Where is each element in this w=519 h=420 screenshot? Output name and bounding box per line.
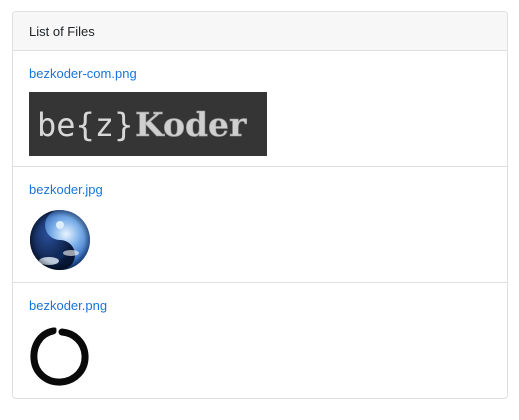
logo-text-left: be{z} bbox=[37, 106, 133, 144]
file-list: bezkoder-com.png be{z} Koder bezkoder.jp… bbox=[13, 51, 507, 398]
list-item: bezkoder.png bbox=[13, 283, 507, 398]
yin-yang-sphere-image bbox=[29, 209, 91, 271]
card-header: List of Files bbox=[13, 12, 507, 51]
files-card: List of Files bezkoder-com.png be{z} Kod… bbox=[12, 11, 508, 399]
logo-text-right: Koder bbox=[135, 105, 247, 144]
card-title: List of Files bbox=[29, 24, 95, 39]
file-link[interactable]: bezkoder-com.png bbox=[29, 66, 137, 81]
bezkoder-logo-image: be{z} Koder bbox=[29, 92, 267, 156]
file-link[interactable]: bezkoder.jpg bbox=[29, 182, 103, 197]
list-item: bezkoder-com.png be{z} Koder bbox=[13, 51, 507, 167]
list-item: bezkoder.jpg bbox=[13, 167, 507, 283]
file-link[interactable]: bezkoder.png bbox=[29, 298, 107, 313]
enso-circle-image bbox=[29, 325, 91, 387]
